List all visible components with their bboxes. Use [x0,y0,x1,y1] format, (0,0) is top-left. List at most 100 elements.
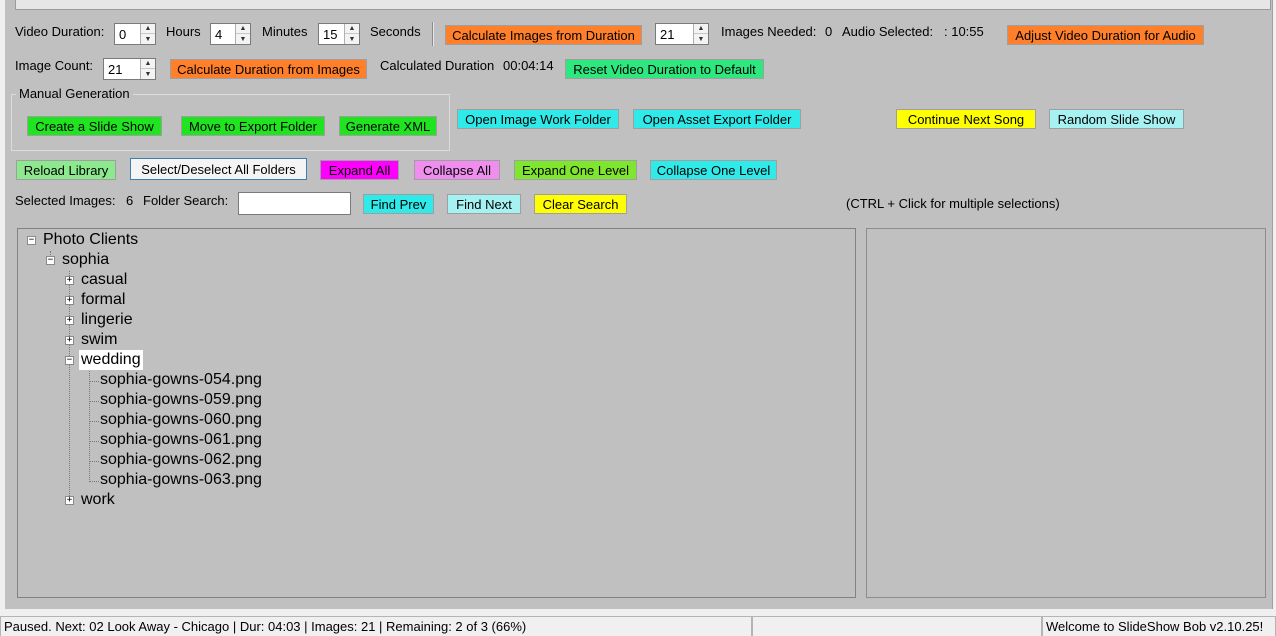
seconds-spinner[interactable]: 15 ▲ ▼ [318,23,360,45]
folder-tree-panel[interactable]: − Photo Clients − sophia + casual + form… [17,228,856,598]
collapse-icon[interactable]: − [27,236,36,245]
find-next-button[interactable]: Find Next [447,194,521,214]
hours-spinner-arrows: ▲ ▼ [140,24,155,44]
tree-node-casual[interactable]: casual [81,270,127,290]
audio-selected-value: : 10:55 [944,24,984,39]
image-count-label: Image Count: [15,58,94,73]
select-deselect-all-button[interactable]: Select/Deselect All Folders [130,158,307,180]
tree-file-item[interactable]: sophia-gowns-059.png [100,390,262,410]
spinner-up-icon[interactable]: ▲ [345,24,359,34]
images-needed-value: 0 [825,24,833,39]
calculate-duration-button[interactable]: Calculate Duration from Images [170,59,367,79]
tree-node-wedding[interactable]: wedding [79,350,143,370]
image-count-spinner[interactable]: 21 ▲ ▼ [103,58,156,80]
minutes-value: 4 [215,27,223,42]
random-slide-show-button[interactable]: Random Slide Show [1049,109,1184,129]
spinner-down-icon[interactable]: ▼ [141,69,155,79]
spinner-down-icon[interactable]: ▼ [141,34,155,44]
status-bar: Paused. Next: 02 Look Away - Chicago | D… [0,614,1276,636]
status-playback: Paused. Next: 02 Look Away - Chicago | D… [0,616,752,636]
spinner-up-icon[interactable]: ▲ [141,59,155,69]
tree-node-sophia[interactable]: sophia [62,250,109,270]
reset-duration-button[interactable]: Reset Video Duration to Default [565,59,764,79]
seconds-value: 15 [323,27,338,42]
create-slide-show-button[interactable]: Create a Slide Show [27,116,162,136]
minutes-spinner-arrows: ▲ ▼ [235,24,250,44]
tree-file-item[interactable]: sophia-gowns-062.png [100,450,262,470]
images-spinner-value: 21 [660,27,675,42]
hours-value: 0 [119,27,127,42]
open-image-work-folder-button[interactable]: Open Image Work Folder [457,109,619,129]
tree-connector [89,481,99,482]
expand-one-level-button[interactable]: Expand One Level [514,160,637,180]
tree-connector [89,401,99,402]
tree-node-swim[interactable]: swim [81,330,117,350]
spinner-down-icon[interactable]: ▼ [236,34,250,44]
spinner-down-icon[interactable]: ▼ [345,34,359,44]
clear-search-button[interactable]: Clear Search [534,194,627,214]
expand-all-button[interactable]: Expand All [320,160,399,180]
hours-spinner[interactable]: 0 ▲ ▼ [114,23,156,45]
hours-label: Hours [166,24,201,39]
tree-file-item[interactable]: sophia-gowns-060.png [100,410,262,430]
continue-next-song-button[interactable]: Continue Next Song [896,109,1036,129]
tree-file-item[interactable]: sophia-gowns-054.png [100,370,262,390]
tree-connector [89,381,99,382]
tree-file-item[interactable]: sophia-gowns-063.png [100,470,262,490]
image-preview-panel [866,228,1266,598]
tree-node-formal[interactable]: formal [81,290,125,310]
folder-search-label: Folder Search: [143,193,229,208]
tree-node-photo-clients[interactable]: Photo Clients [43,230,138,250]
tree-connector [89,371,90,482]
expand-icon[interactable]: + [65,336,74,345]
tree-connector [89,441,99,442]
top-panel-edge [15,0,1271,10]
expand-icon[interactable]: + [65,296,74,305]
adjust-duration-button[interactable]: Adjust Video Duration for Audio [1007,25,1204,45]
images-spinner-arrows: ▲ ▼ [693,24,708,44]
manual-generation-title: Manual Generation [16,87,133,101]
find-prev-button[interactable]: Find Prev [363,194,434,214]
spinner-up-icon[interactable]: ▲ [141,24,155,34]
multi-select-hint: (CTRL + Click for multiple selections) [846,196,1060,211]
tree-connector [89,461,99,462]
image-count-spinner-arrows: ▲ ▼ [140,59,155,79]
collapse-all-button[interactable]: Collapse All [414,160,500,180]
expand-icon[interactable]: + [65,276,74,285]
collapse-icon[interactable]: − [46,256,55,265]
move-to-export-button[interactable]: Move to Export Folder [181,116,325,136]
status-welcome: Welcome to SlideShow Bob v2.10.25! [1042,616,1276,636]
reload-library-button[interactable]: Reload Library [16,160,116,180]
collapse-icon[interactable]: − [65,356,74,365]
calculate-images-button[interactable]: Calculate Images from Duration [445,25,642,45]
spinner-up-icon[interactable]: ▲ [694,24,708,34]
tree-connector [89,421,99,422]
images-needed-label: Images Needed: [721,24,817,39]
calculated-duration-label: Calculated Duration [380,58,495,73]
selected-images-label: Selected Images: [15,193,116,208]
tree-connector [69,271,70,502]
separator [432,22,434,46]
video-duration-label: Video Duration: [15,24,105,39]
spinner-down-icon[interactable]: ▼ [694,34,708,44]
folder-search-input[interactable] [238,192,351,215]
selected-images-value: 6 [126,193,134,208]
status-middle [752,616,1042,636]
seconds-spinner-arrows: ▲ ▼ [344,24,359,44]
minutes-label: Minutes [262,24,308,39]
minutes-spinner[interactable]: 4 ▲ ▼ [210,23,251,45]
collapse-one-level-button[interactable]: Collapse One Level [650,160,777,180]
images-spinner[interactable]: 21 ▲ ▼ [655,23,709,45]
generate-xml-button[interactable]: Generate XML [339,116,437,136]
calculated-duration-value: 00:04:14 [503,58,554,73]
tree-node-lingerie[interactable]: lingerie [81,310,133,330]
seconds-label: Seconds [370,24,421,39]
open-asset-export-folder-button[interactable]: Open Asset Export Folder [633,109,801,129]
audio-selected-label: Audio Selected: [842,24,934,39]
expand-icon[interactable]: + [65,316,74,325]
tree-node-work[interactable]: work [81,490,115,510]
tree-file-item[interactable]: sophia-gowns-061.png [100,430,262,450]
expand-icon[interactable]: + [65,496,74,505]
spinner-up-icon[interactable]: ▲ [236,24,250,34]
image-count-value: 21 [108,62,123,77]
